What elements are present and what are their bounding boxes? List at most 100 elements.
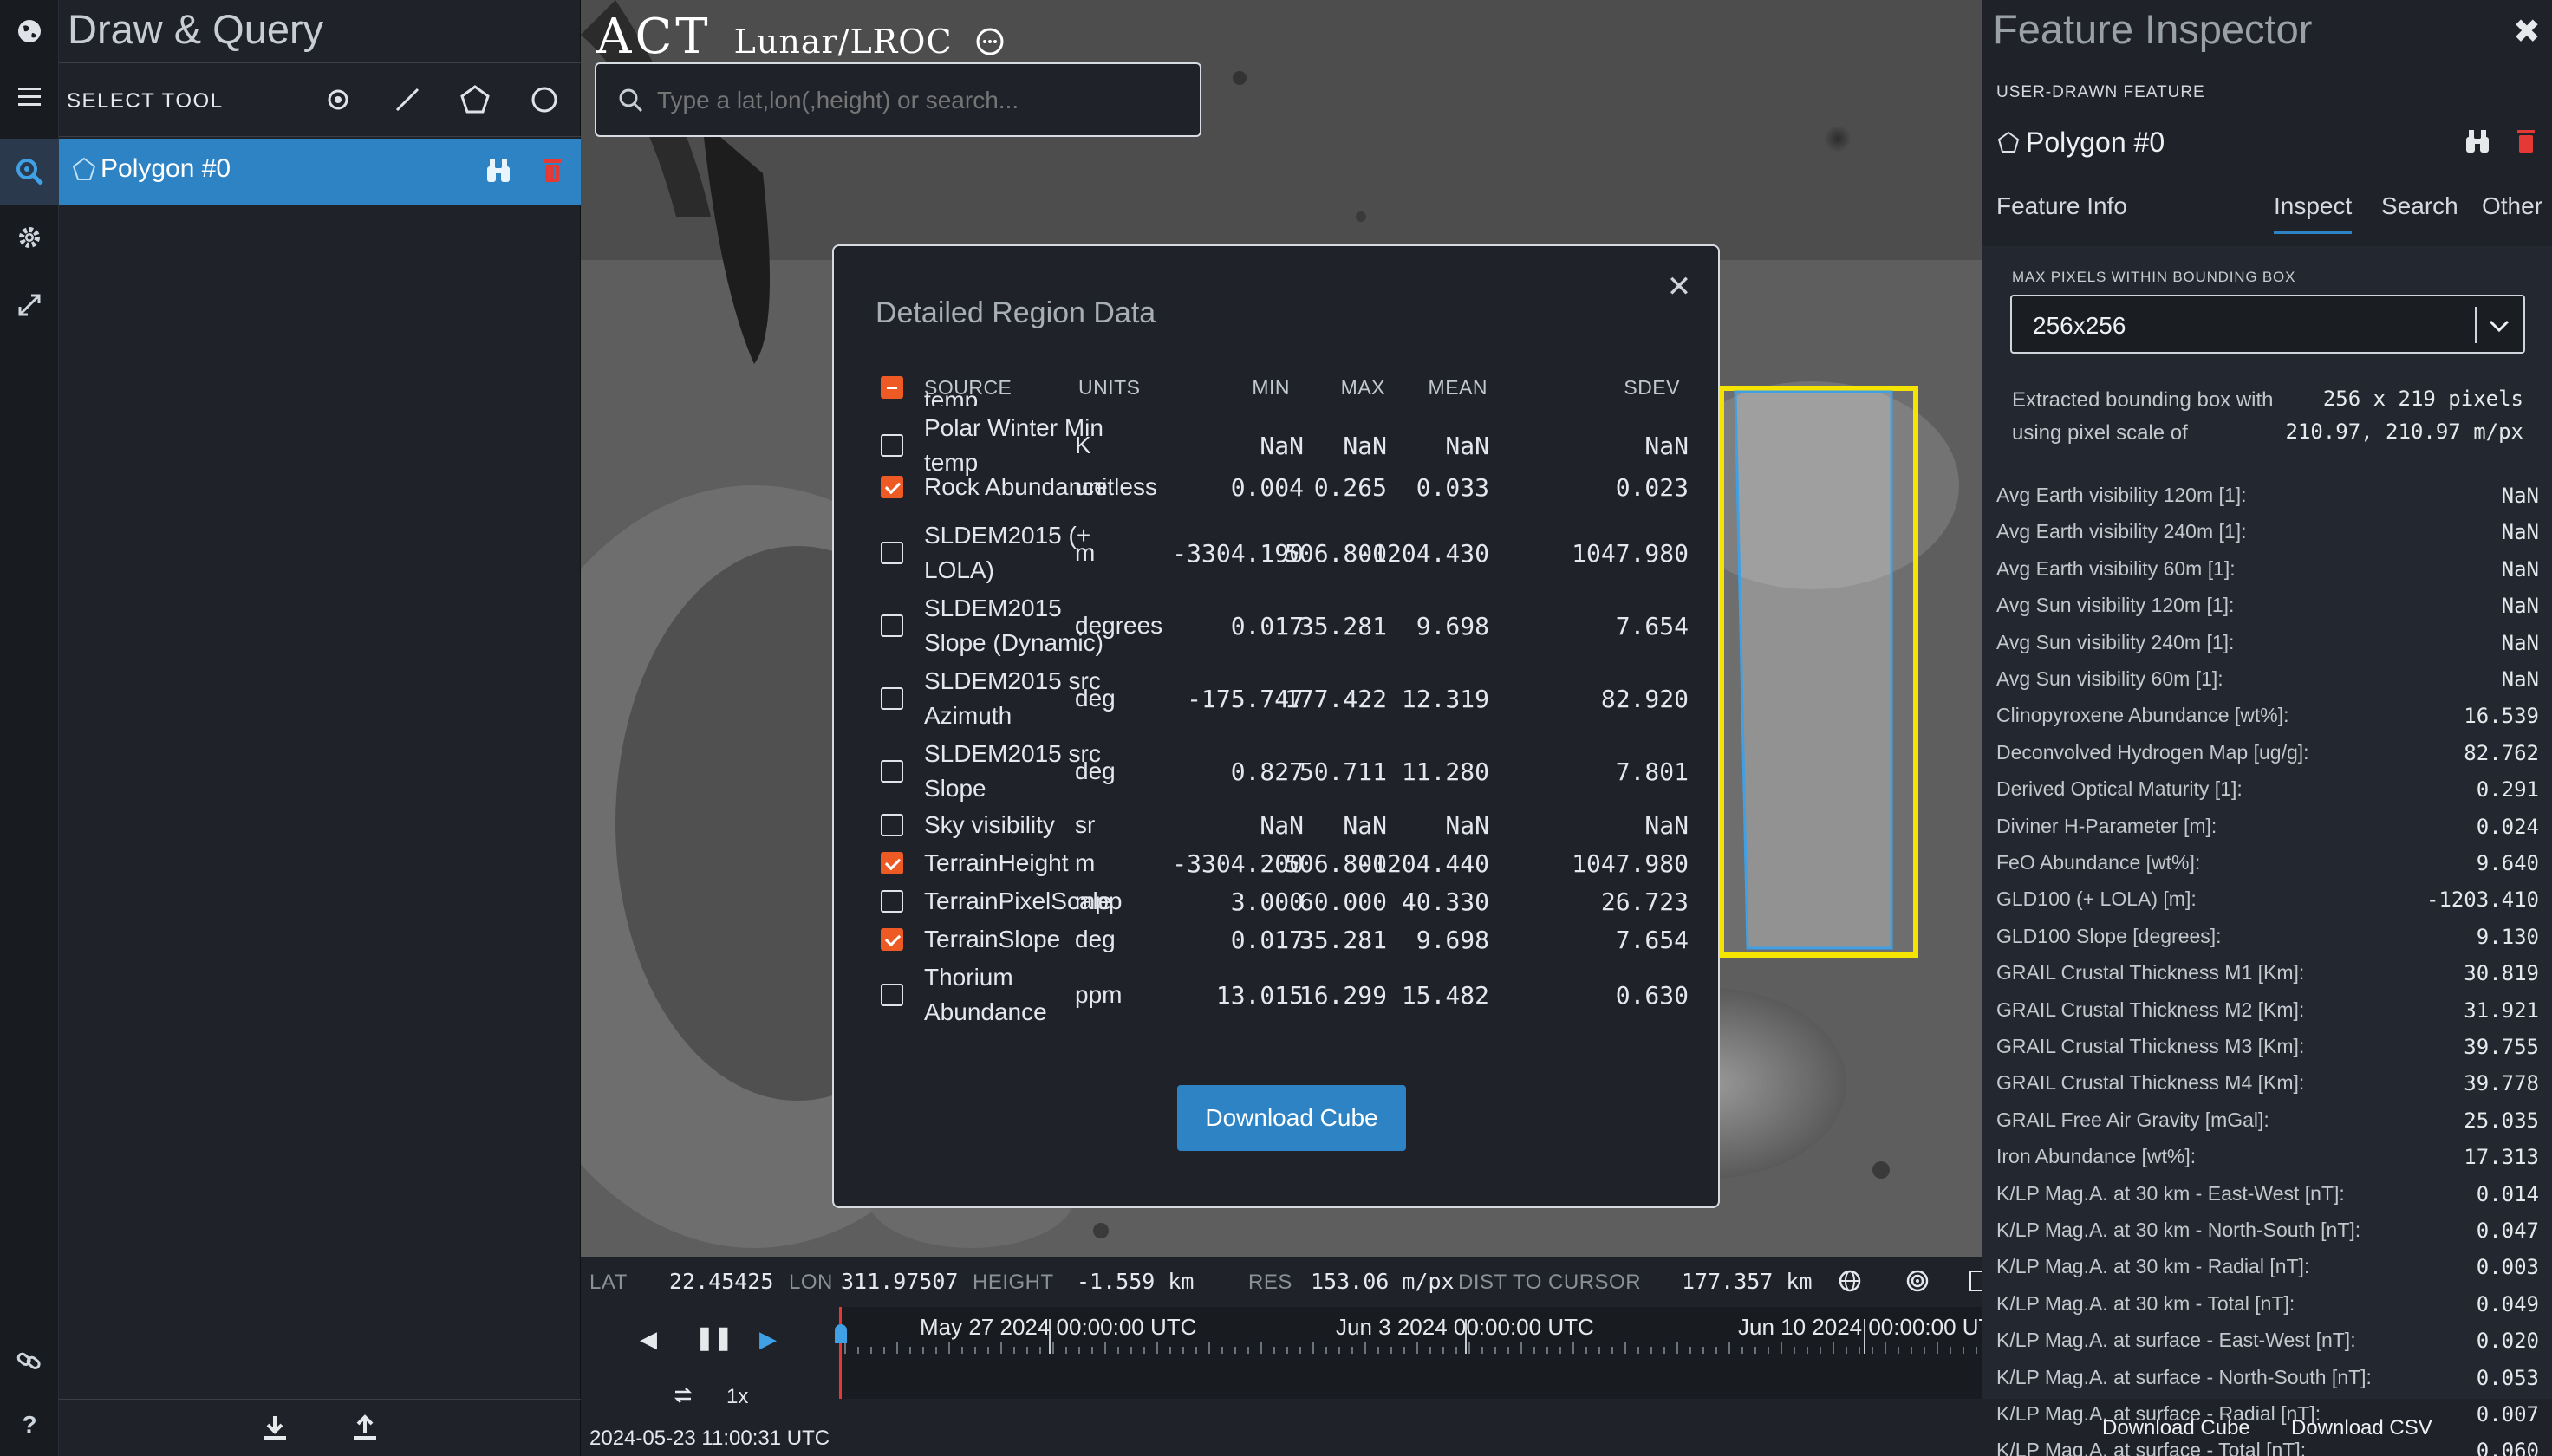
stat-name: Avg Sun visibility 240m [1]: [1996, 630, 2235, 653]
stat-value: 16.539 [2464, 704, 2539, 729]
table-row: SLDEM2015 (+ LOLA) m -3304.190 506.800 -1204… [877, 517, 1692, 589]
timeline-scrubber-handle[interactable] [835, 1324, 847, 1343]
stat-value: 0.053 [2476, 1365, 2539, 1390]
menu-icon[interactable] [0, 66, 59, 128]
close-icon[interactable]: ✕ [1664, 272, 1694, 302]
stat-name: GLD100 (+ LOLA) [m]: [1996, 887, 2197, 911]
download-cube-button[interactable]: Download Cube [2102, 1416, 2250, 1440]
timeline-track[interactable]: May 27 2024 00:00:00 UTC Jun 3 2024 00:0… [835, 1307, 2008, 1399]
playback-speed[interactable]: 1x [726, 1385, 748, 1409]
feature-list-item[interactable]: Polygon #0 [59, 139, 581, 205]
row-checkbox[interactable] [881, 542, 903, 564]
binoculars-icon[interactable] [484, 156, 513, 190]
settings-gear-icon[interactable] [0, 206, 59, 269]
bbox-text-2: using pixel scale of [2012, 421, 2188, 445]
stat-value: 0.020 [2476, 1329, 2539, 1354]
height-value: -1.559 km [1077, 1269, 1195, 1294]
stat-row: GRAIL Crustal Thickness M1 [Km]: 30.819 [1996, 958, 2539, 992]
download-icon[interactable] [260, 1414, 290, 1447]
inspector-title: Feature Inspector [1993, 6, 2313, 52]
step-back-icon[interactable]: ◀ [640, 1326, 657, 1353]
row-units: ppm [1075, 981, 1123, 1008]
bbox-text-1: Extracted bounding box with [2012, 388, 2274, 412]
tab-inspect[interactable]: Inspect [2274, 192, 2353, 234]
lon-value: 311.97507 [841, 1269, 959, 1294]
row-checkbox[interactable] [881, 984, 903, 1006]
globe-icon[interactable] [0, 0, 59, 62]
row-mean: 9.698 [1416, 926, 1489, 954]
stat-value: NaN [2501, 667, 2539, 692]
row-mean: 40.330 [1401, 887, 1489, 916]
stat-name: Avg Earth visibility 240m [1]: [1996, 520, 2247, 543]
row-checkbox[interactable] [881, 760, 903, 783]
current-time: 2024-05-23 11:00:31 UTC [589, 1427, 830, 1450]
lat-label: LAT [589, 1271, 628, 1294]
row-checkbox[interactable] [881, 476, 903, 498]
tab-other[interactable]: Other [2482, 192, 2542, 234]
search-input[interactable] [657, 81, 1177, 120]
stat-value: NaN [2501, 594, 2539, 619]
inspector-footer: Download Cube Download CSV [1982, 1399, 2552, 1456]
panel-toggle-icon[interactable] [1969, 1271, 1982, 1291]
upload-icon[interactable] [350, 1414, 380, 1447]
stat-name: GRAIL Crustal Thickness M3 [Km]: [1996, 1035, 2305, 1057]
stat-name: K/LP Mag.A. at 30 km - Radial [nT]: [1996, 1255, 2310, 1278]
stat-name: Diviner H-Parameter [m]: [1996, 814, 2217, 837]
row-checkbox[interactable] [881, 687, 903, 710]
stat-row: GLD100 (+ LOLA) [m]: -1203.410 [1996, 884, 2539, 919]
chevron-down-icon [2489, 320, 2510, 333]
stat-row: K/LP Mag.A. at surface - North-South [nT… [1996, 1362, 2539, 1397]
draw-query-tool-icon[interactable] [0, 139, 59, 205]
link-icon[interactable] [0, 1329, 59, 1392]
circle-tool-icon[interactable] [527, 82, 562, 117]
binoculars-icon[interactable] [2463, 127, 2492, 160]
row-checkbox[interactable] [881, 852, 903, 874]
search-bar[interactable] [595, 62, 1201, 137]
stat-value: NaN [2501, 556, 2539, 582]
panel-title: Draw & Query [68, 6, 324, 52]
download-cube-button[interactable]: Download Cube [1177, 1085, 1406, 1151]
loop-icon[interactable] [671, 1385, 695, 1410]
polygon-icon [72, 157, 96, 180]
stat-value: 0.003 [2476, 1255, 2539, 1280]
tab-search[interactable]: Search [2381, 192, 2458, 234]
stat-row: GRAIL Free Air Gravity [mGal]: 25.035 [1996, 1105, 2539, 1140]
point-tool-icon[interactable] [321, 82, 355, 117]
table-row: TerrainHeight m -3304.200 506.800 -1204.440 1… [877, 846, 1692, 881]
row-checkbox[interactable] [881, 814, 903, 836]
stat-value: 0.291 [2476, 777, 2539, 803]
row-checkbox[interactable] [881, 890, 903, 913]
stat-value: 0.047 [2476, 1219, 2539, 1243]
stat-name: GRAIL Free Air Gravity [mGal]: [1996, 1108, 2269, 1131]
stat-row: K/LP Mag.A. at 30 km - Total [nT]: 0.049 [1996, 1289, 2539, 1323]
row-checkbox[interactable] [881, 614, 903, 637]
dist-value: 177.357 km [1682, 1269, 1813, 1294]
drawn-polygon[interactable] [1718, 385, 1921, 959]
row-checkbox[interactable] [881, 434, 903, 457]
stat-value: 31.921 [2464, 998, 2539, 1023]
stat-row: Avg Sun visibility 240m [1]: NaN [1996, 627, 2539, 662]
tab-feature-info[interactable]: Feature Info [1996, 192, 2127, 234]
help-icon[interactable]: ? [0, 1394, 59, 1456]
delete-icon[interactable] [541, 158, 563, 188]
res-label: RES [1248, 1271, 1292, 1294]
row-checkbox[interactable] [881, 928, 903, 951]
bbox-value-scale: 210.97, 210.97 m/px [2285, 419, 2523, 444]
select-all-checkbox[interactable] [881, 376, 903, 399]
max-pixels-select[interactable]: 256x256 [2010, 295, 2525, 354]
timeline-label-2: Jun 3 2024 00:00:00 UTC [1336, 1314, 1594, 1340]
close-icon[interactable]: ✖ [2513, 12, 2541, 51]
pause-icon[interactable]: ❚❚ [695, 1324, 733, 1351]
play-icon[interactable]: ▶ [759, 1326, 777, 1353]
mission-options-icon[interactable] [975, 27, 1005, 61]
stat-name: Avg Sun visibility 120m [1]: [1996, 594, 2235, 617]
delete-icon[interactable] [2515, 128, 2537, 159]
globe-projection-icon[interactable] [1838, 1269, 1862, 1299]
row-sdev: 1047.980 [1572, 849, 1689, 878]
expand-icon[interactable] [0, 274, 59, 336]
polygon-tool-icon[interactable] [458, 82, 492, 117]
target-icon[interactable] [1905, 1269, 1930, 1299]
line-tool-icon[interactable] [390, 82, 425, 117]
download-csv-button[interactable]: Download CSV [2291, 1416, 2432, 1440]
mission-name: Lunar/LROC [733, 23, 953, 61]
